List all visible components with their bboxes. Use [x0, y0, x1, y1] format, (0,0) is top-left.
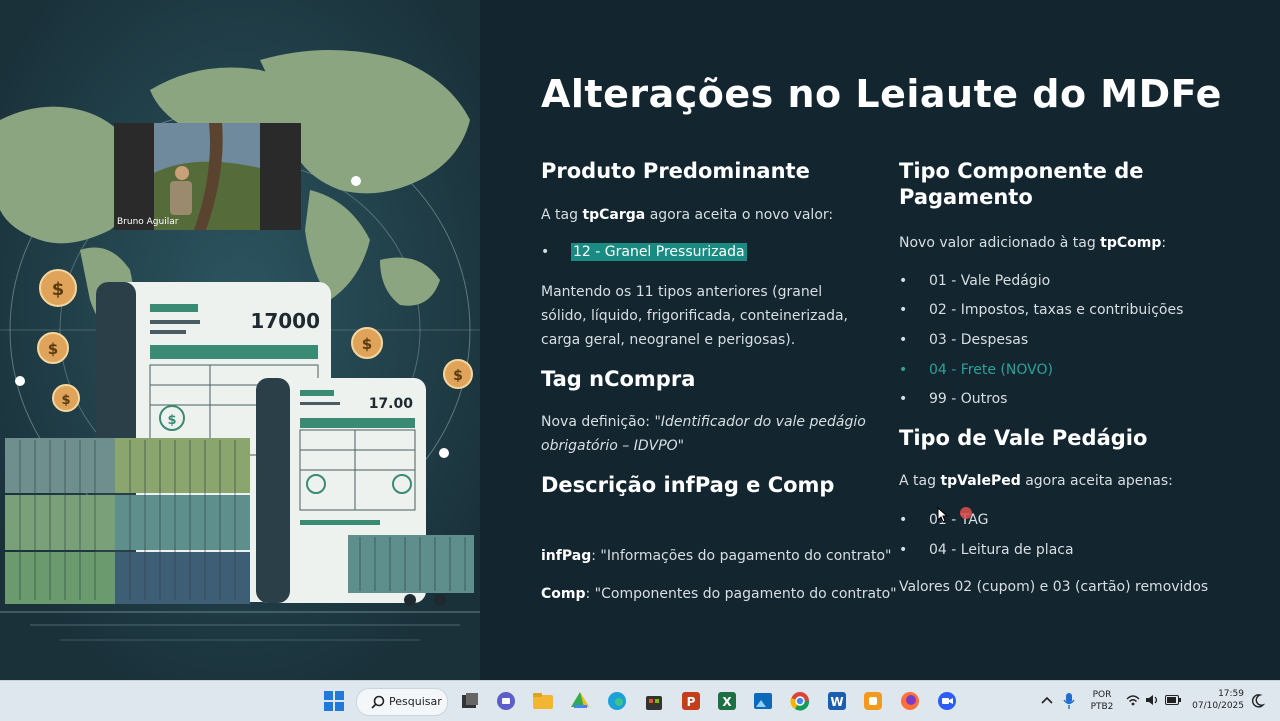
- comp-description: Comp: "Componentes do pagamento do contr…: [541, 582, 897, 606]
- laser-pointer-icon: [960, 507, 972, 519]
- presentation-slide: $ $ $ $ $ 17000 $ 17.00 Bruno Aguilar Al…: [0, 0, 1280, 680]
- webcam-feed: [114, 123, 301, 230]
- bullet-text: 02 - Impostos, taxas e contribuições: [929, 302, 1184, 318]
- bullet-text: 04 - Leitura de placa: [929, 542, 1074, 558]
- tag-tpcomp: tpComp: [1100, 235, 1162, 251]
- task-view-icon[interactable]: [459, 690, 481, 712]
- text-fragment: A tag: [541, 207, 583, 223]
- webcam-video-tile[interactable]: Bruno Aguilar: [114, 123, 301, 230]
- receipt-number-small: 17.00: [369, 396, 414, 412]
- text-fragment: : "Informações do pagamento do contrato": [591, 548, 892, 564]
- highlighted-value: 12 - Granel Pressurizada: [571, 243, 747, 261]
- svg-text:$: $: [48, 340, 58, 358]
- heading-tipo-vale-pedagio: Tipo de Vale Pedágio: [899, 426, 1148, 450]
- bullet-item: • 01 - Vale Pedágio: [899, 273, 1051, 289]
- svg-text:X: X: [722, 695, 732, 709]
- bullet-text: 01 - Vale Pedágio: [929, 273, 1051, 289]
- receipt-number: 17000: [250, 309, 320, 333]
- infpag-description: infPag: "Informações do pagamento do con…: [541, 544, 892, 568]
- do-not-disturb-icon[interactable]: [1251, 693, 1265, 709]
- svg-text:$: $: [453, 368, 463, 384]
- bullet-item: • 03 - Despesas: [899, 332, 1029, 348]
- microphone-icon[interactable]: [1063, 692, 1075, 710]
- heading-line: Tipo Componente de: [899, 159, 1144, 183]
- svg-text:P: P: [687, 695, 696, 709]
- tag-comp: Comp: [541, 586, 586, 602]
- heading-line: Pagamento: [899, 185, 1033, 209]
- edge-browser-icon[interactable]: [606, 690, 628, 712]
- participant-name: Bruno Aguilar: [117, 217, 179, 227]
- bullet-item: • 99 - Outros: [899, 391, 1008, 407]
- tipos-anteriores-paragraph: Mantendo os 11 tipos anteriores (granel …: [541, 284, 849, 348]
- text-fragment: Novo valor adicionado à tag: [899, 235, 1101, 251]
- text-fragment: agora aceita apenas:: [1020, 473, 1173, 489]
- illustration-panel: $ $ $ $ $ 17000 $ 17.00 Bruno Aguilar: [0, 0, 480, 680]
- orange-app-icon[interactable]: [862, 690, 884, 712]
- battery-icon[interactable]: [1165, 695, 1181, 705]
- windows-start-icon[interactable]: [323, 690, 345, 712]
- microsoft-store-icon[interactable]: [643, 690, 665, 712]
- mouse-cursor-icon: [937, 507, 949, 523]
- tag-infpag: infPag: [541, 548, 592, 564]
- photos-icon[interactable]: [752, 690, 774, 712]
- chat-icon[interactable]: [495, 690, 517, 712]
- word-icon[interactable]: W: [826, 690, 848, 712]
- chevron-up-icon[interactable]: [1041, 695, 1053, 705]
- clock-date: 07/10/2025: [1192, 701, 1244, 711]
- clock[interactable]: 17:59 07/10/2025: [1188, 688, 1244, 712]
- text-fragment: : "Componentes do pagamento do contrato": [585, 586, 897, 602]
- volume-icon[interactable]: [1145, 694, 1159, 706]
- world-map-illustration: $ $ $ $ $ 17000 $ 17.00: [0, 0, 480, 680]
- svg-text:$: $: [61, 393, 70, 408]
- excel-icon[interactable]: X: [716, 690, 738, 712]
- firefox-icon[interactable]: [899, 690, 921, 712]
- heading-tipo-componente: Tipo Componente de Pagamento: [899, 158, 1143, 210]
- bullet-text: 99 - Outros: [929, 391, 1008, 407]
- search-icon: [371, 695, 385, 709]
- chrome-icon[interactable]: [789, 690, 811, 712]
- tag-tpvaleped: tpValePed: [940, 473, 1021, 489]
- taskbar-search-box[interactable]: Pesquisar: [356, 688, 448, 716]
- zoom-icon[interactable]: [936, 690, 958, 712]
- tpcomp-description: Novo valor adicionado à tag tpComp:: [899, 231, 1166, 255]
- svg-text:$: $: [362, 335, 372, 353]
- tpvaleped-description: A tag tpValePed agora aceita apenas:: [899, 469, 1173, 493]
- heading-descricao-infpag: Descrição infPag e Comp: [541, 473, 835, 497]
- text-fragment: A tag: [899, 473, 941, 489]
- tag-tpcarga: tpCarga: [582, 207, 646, 223]
- heading-tag-ncompra: Tag nCompra: [541, 367, 696, 391]
- bullet-item-new: • 04 - Frete (NOVO): [899, 362, 1053, 378]
- bullet-text: 04 - Frete (NOVO): [929, 362, 1053, 378]
- bullet-item: • 04 - Leitura de placa: [899, 542, 1074, 558]
- bullet-granel-pressurizada: • 12 - Granel Pressurizada: [541, 243, 747, 261]
- windows-taskbar: Pesquisar P X W POR PTB2 17:59 07/10/202…: [0, 680, 1280, 721]
- text-fragment: Nova definição:: [541, 414, 655, 430]
- bullet-text: 03 - Despesas: [929, 332, 1029, 348]
- text-fragment: agora aceita o novo valor:: [645, 207, 834, 223]
- svg-text:W: W: [830, 695, 843, 709]
- search-label: Pesquisar: [389, 695, 442, 708]
- keyboard-layout: PTB2: [1090, 702, 1114, 712]
- slide-title: Alterações no Leiaute do MDFe: [541, 72, 1222, 116]
- ncompra-definition: Nova definição: "Identificador do vale p…: [541, 410, 871, 458]
- slide-content: Alterações no Leiaute do MDFe Produto Pr…: [480, 0, 1280, 680]
- wifi-icon[interactable]: [1126, 694, 1140, 706]
- svg-text:$: $: [52, 279, 65, 300]
- powerpoint-icon[interactable]: P: [680, 690, 702, 712]
- google-drive-icon[interactable]: [569, 690, 591, 712]
- tpcarga-description: A tag tpCarga agora aceita o novo valor:: [541, 203, 833, 227]
- heading-produto-predominante: Produto Predominante: [541, 159, 810, 183]
- language-code: POR: [1092, 690, 1112, 700]
- input-language-indicator[interactable]: POR PTB2: [1088, 689, 1116, 713]
- file-explorer-icon[interactable]: [532, 690, 554, 712]
- bullet-item: • 02 - Impostos, taxas e contribuições: [899, 302, 1184, 318]
- clock-time: 17:59: [1218, 689, 1244, 699]
- text-fragment: :: [1161, 235, 1167, 251]
- valores-removidos-note: Valores 02 (cupom) e 03 (cartão) removid…: [899, 579, 1209, 595]
- svg-text:$: $: [167, 413, 176, 428]
